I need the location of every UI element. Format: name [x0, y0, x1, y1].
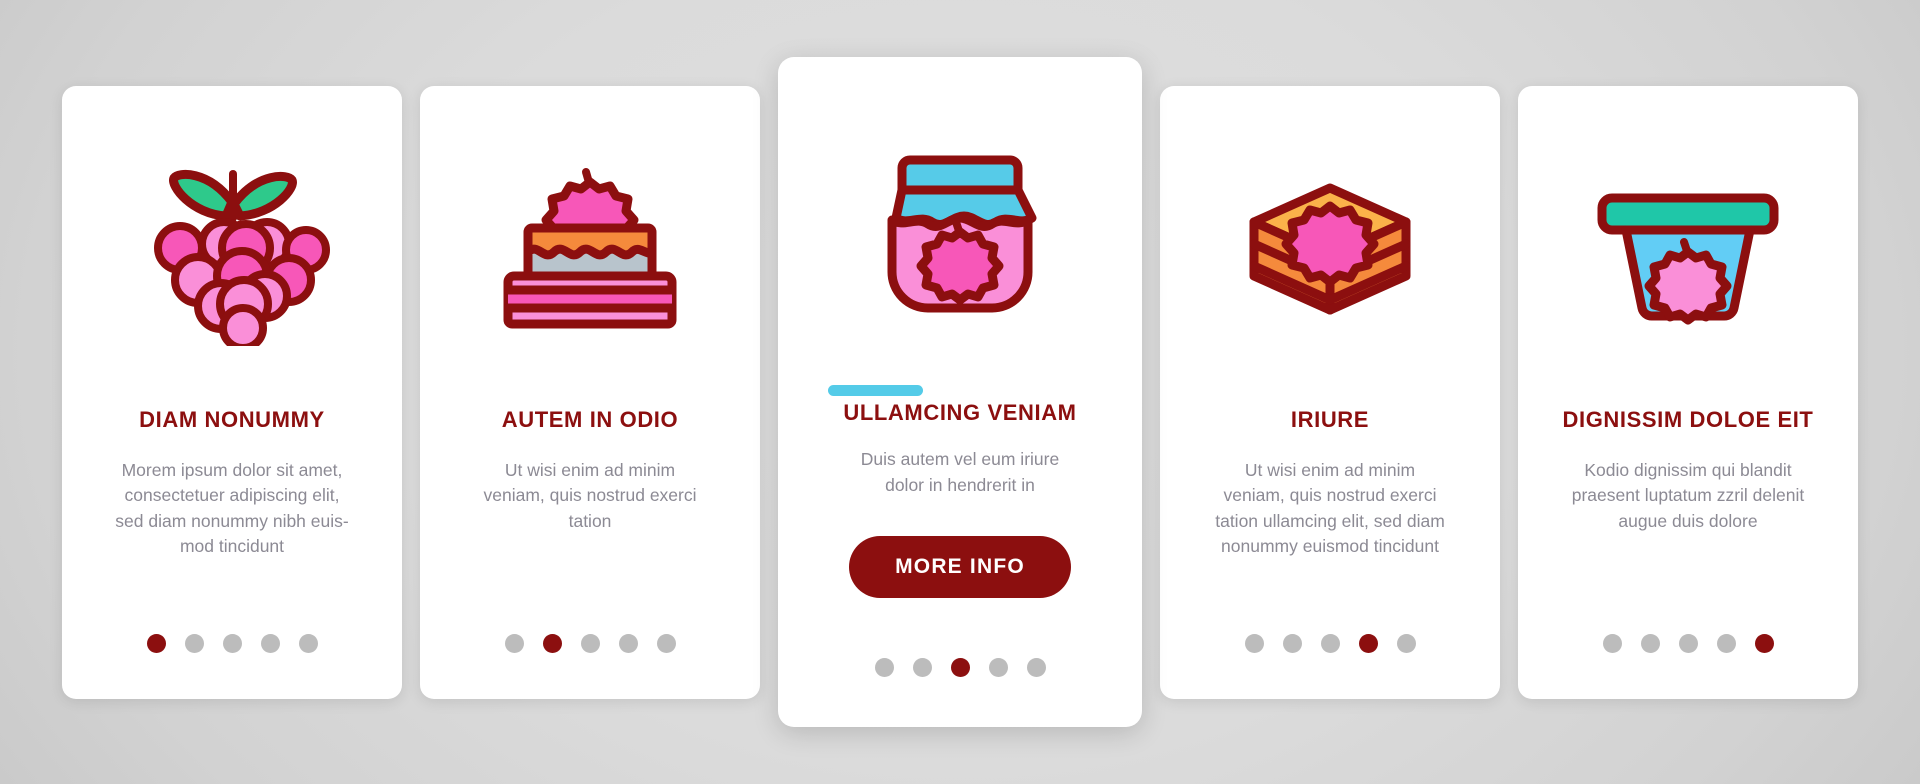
- pagination-dots[interactable]: [62, 633, 402, 653]
- pagination-dot-3[interactable]: [580, 633, 600, 653]
- more-info-button[interactable]: MORE INFO: [849, 536, 1071, 599]
- card-title-wrap: IRIURE: [1178, 406, 1482, 432]
- pagination-dot-4[interactable]: [1358, 633, 1378, 653]
- pagination-dot-3[interactable]: [222, 633, 242, 653]
- pagination-dot-5[interactable]: [656, 633, 676, 653]
- pagination-dot-2[interactable]: [912, 658, 932, 677]
- pagination-dot-5[interactable]: [1754, 633, 1774, 653]
- pagination-dot-4[interactable]: [618, 633, 638, 653]
- card-title: DIGNISSIM DOLOE EIT: [1562, 406, 1814, 432]
- yogurt-cup-icon: [1536, 86, 1840, 416]
- card-title: IRIURE: [1290, 406, 1370, 432]
- pagination-dot-1[interactable]: [874, 658, 894, 677]
- onboarding-card-diam-nonummy[interactable]: DIAM NONUMMY Morem ipsum dolor sit amet,…: [62, 85, 402, 699]
- card-description: Duis autem vel eum iriure dolor in hendr…: [860, 449, 1060, 495]
- pagination-dot-4[interactable]: [260, 633, 280, 653]
- card-title-wrap: AUTEM IN ODIO: [438, 406, 742, 432]
- pagination-dot-2[interactable]: [184, 633, 204, 653]
- card-title-wrap: DIAM NONUMMY: [80, 406, 384, 432]
- card-description: Kodio dignissim qui blandit praesent lup…: [1571, 459, 1805, 531]
- onboarding-card-ullamcing-veniam[interactable]: ULLAMCING VENIAM Duis autem vel eum iriu…: [778, 57, 1142, 727]
- onboarding-card-iriure[interactable]: IRIURE Ut wisi enim ad minim veniam, qui…: [1160, 85, 1500, 699]
- pagination-dots[interactable]: [778, 658, 1142, 677]
- card-title: ULLAMCING VENIAM: [843, 400, 1077, 425]
- pagination-dot-5[interactable]: [298, 633, 318, 653]
- card-description: Morem ipsum dolor sit amet, consectetuer…: [115, 459, 349, 557]
- pagination-dot-2[interactable]: [1282, 633, 1302, 653]
- raspberry-bunch-icon: [80, 86, 384, 416]
- pagination-dot-3[interactable]: [1320, 633, 1340, 653]
- pagination-dot-1[interactable]: [1244, 633, 1264, 653]
- pagination-dot-2[interactable]: [1640, 633, 1660, 653]
- onboarding-screens: DIAM NONUMMY Morem ipsum dolor sit amet,…: [0, 0, 1920, 784]
- title-accent-bar: [828, 385, 923, 396]
- pagination-dot-3[interactable]: [950, 658, 970, 677]
- pagination-dots[interactable]: [420, 633, 760, 653]
- card-title: AUTEM IN ODIO: [501, 406, 679, 432]
- card-title: DIAM NONUMMY: [139, 406, 325, 432]
- pagination-dots[interactable]: [1518, 633, 1858, 653]
- pagination-dots[interactable]: [1160, 633, 1500, 653]
- card-description: Ut wisi enim ad minim veniam, quis nostr…: [1215, 459, 1445, 557]
- pagination-dot-2[interactable]: [542, 633, 562, 653]
- onboarding-card-dignissim-doloe-eit[interactable]: DIGNISSIM DOLOE EIT Kodio dignissim qui …: [1518, 85, 1858, 699]
- pagination-dot-3[interactable]: [1678, 633, 1698, 653]
- pagination-dot-4[interactable]: [1716, 633, 1736, 653]
- jam-jar-icon: [796, 57, 1124, 409]
- card-title-wrap: DIGNISSIM DOLOE EIT: [1536, 406, 1840, 432]
- layer-cake-icon: [438, 86, 742, 416]
- pagination-dot-5[interactable]: [1026, 658, 1046, 677]
- pagination-dot-5[interactable]: [1396, 633, 1416, 653]
- card-carousel: DIAM NONUMMY Morem ipsum dolor sit amet,…: [0, 0, 1920, 784]
- pagination-dot-1[interactable]: [146, 633, 166, 653]
- card-description: Ut wisi enim ad minim veniam, quis nostr…: [483, 459, 697, 531]
- pagination-dot-1[interactable]: [504, 633, 524, 653]
- pagination-dot-1[interactable]: [1602, 633, 1622, 653]
- cake-slice-icon: [1178, 86, 1482, 416]
- pagination-dot-4[interactable]: [988, 658, 1008, 677]
- card-title-wrap: ULLAMCING VENIAM: [796, 385, 1124, 425]
- onboarding-card-autem-in-odio[interactable]: AUTEM IN ODIO Ut wisi enim ad minim veni…: [420, 85, 760, 699]
